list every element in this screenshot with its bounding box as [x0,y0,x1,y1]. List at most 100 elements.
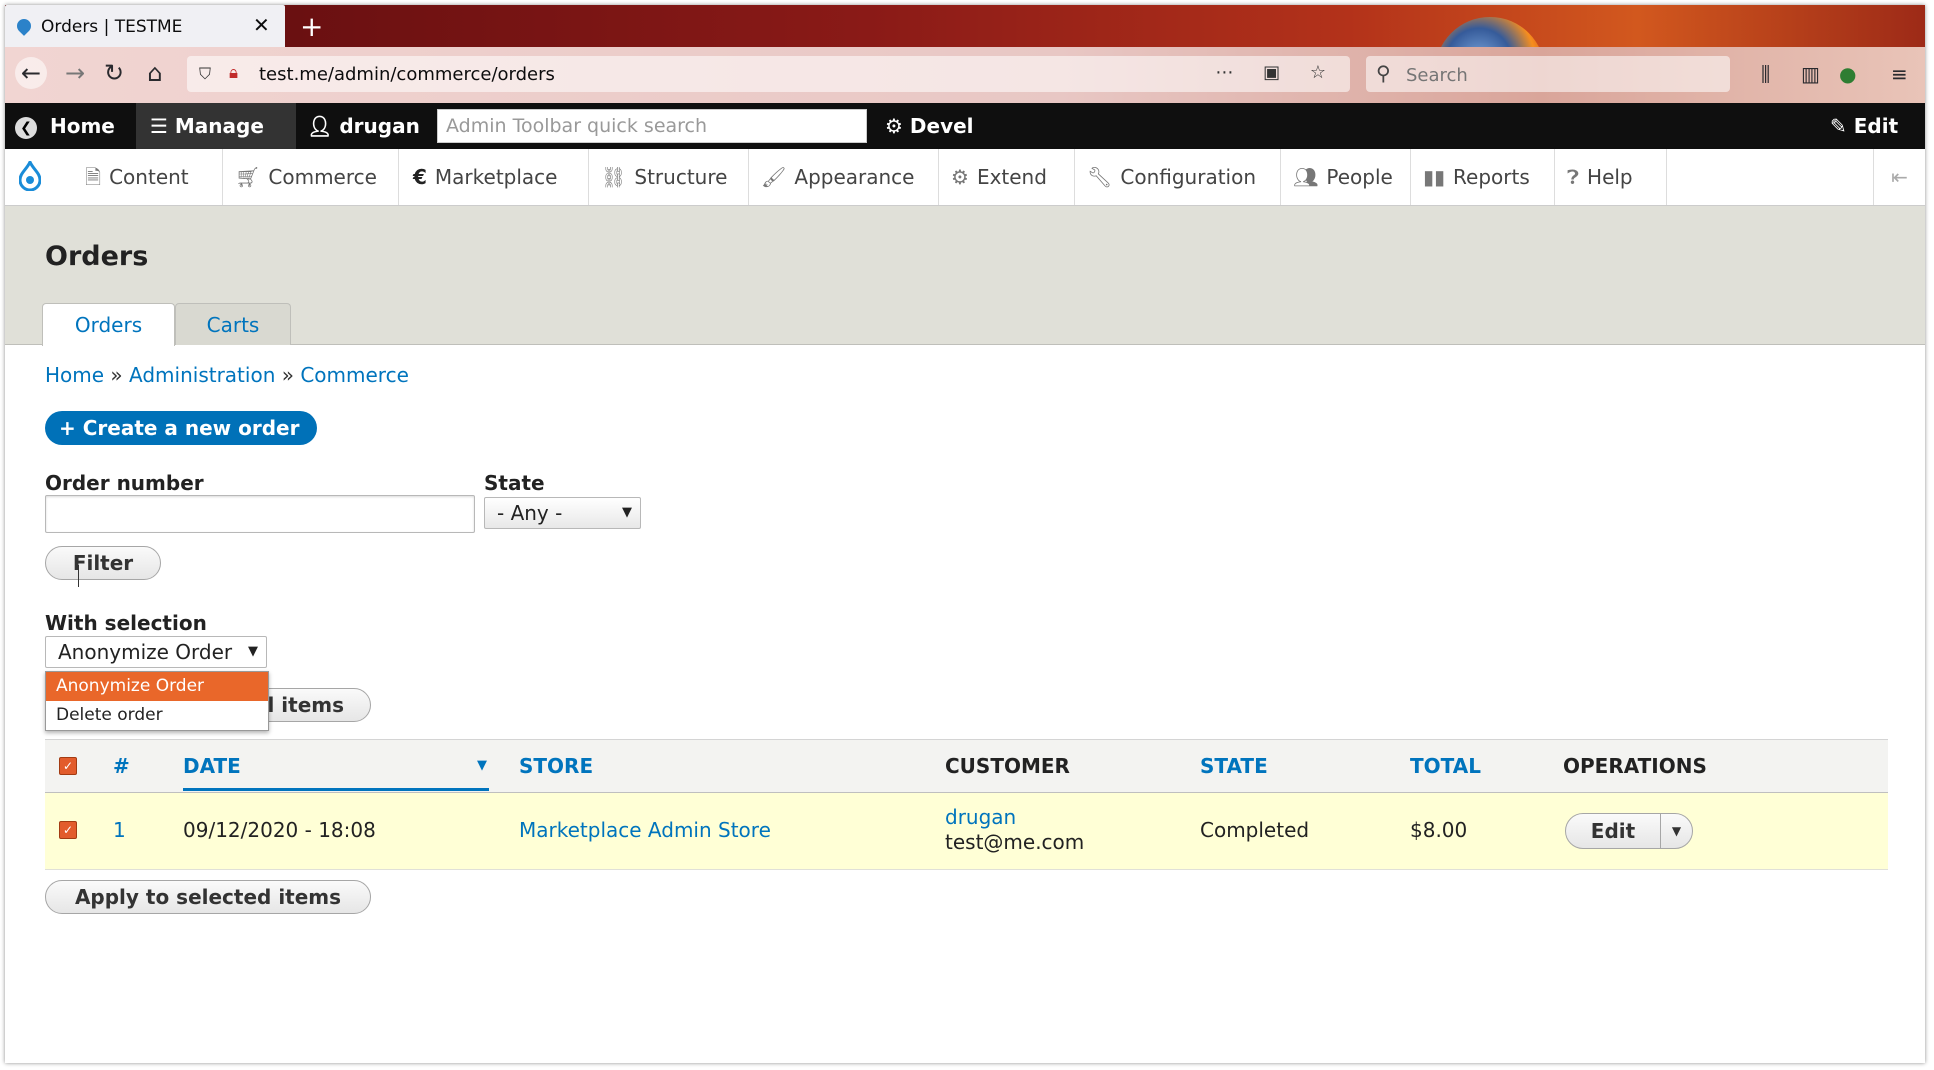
option-anonymize-order[interactable]: Anonymize Order [46,672,268,701]
state-select-value: - Any - [497,501,563,525]
tray-item-help[interactable]: ❓︎ Help [1555,149,1667,205]
breadcrumb-home[interactable]: Home [45,363,104,387]
toolbar-edit-label: Edit [1853,114,1899,138]
menu-icon[interactable]: ≡ [1891,62,1908,86]
sidebar-icon[interactable]: ▥ [1801,62,1820,86]
text-cursor [78,565,79,587]
tray-item-label: People [1326,165,1393,189]
breadcrumb-administration[interactable]: Administration [129,363,275,387]
tray-item-label: Appearance [794,165,915,189]
apply-selected-button[interactable]: Apply to selected items [45,880,371,914]
toolbar-home[interactable]: ❮ Home [15,103,115,149]
active-sort-indicator [183,788,489,791]
store-link[interactable]: Marketplace Admin Store [519,818,771,842]
toolbar-edit[interactable]: ✎ Edit [1830,103,1898,149]
tab-title: Orders | TESTME [41,17,183,37]
column-header-customer: CUSTOMER [945,754,1070,778]
tab-carts[interactable]: Carts [175,303,291,345]
bulk-action-selected: Anonymize Order [58,640,233,664]
tab-orders[interactable]: Orders [42,303,175,346]
browser-search-bar[interactable]: ⚲ [1366,56,1730,92]
column-header-id[interactable]: # [113,740,130,792]
create-order-button[interactable]: + Create a new order [45,411,318,445]
reports-icon: ▮▮ [1423,165,1446,189]
back-button[interactable]: ← [15,57,47,89]
url-bar[interactable]: ⛉ 🔒︎ test.me/admin/commerce/orders ⋯ ▣ ☆ [187,56,1350,92]
close-tab-icon[interactable]: ✕ [253,13,270,37]
hamburger-icon: ☰ [150,114,168,138]
column-header-date[interactable]: DATE [183,740,241,792]
tray-item-commerce[interactable]: 🛒︎ Commerce [223,149,399,205]
admin-toolbar: ❮ Home ☰ Manage 👤︎ drugan ⚙ Devel ✎ Edit [5,103,1925,149]
breadcrumb-separator: » [110,363,130,387]
operations-toggle-icon[interactable]: ▼ [1660,813,1693,849]
navigation-bar: ← → ↻ ⌂ ⛉ 🔒︎ test.me/admin/commerce/orde… [5,47,1925,103]
order-total: $8.00 [1410,818,1468,842]
help-icon: ❓︎ [1567,165,1580,189]
browser-search-input[interactable] [1404,62,1708,88]
cart-icon: 🛒︎ [235,165,261,189]
tray-item-label: Structure [634,165,728,189]
breadcrumb-commerce[interactable]: Commerce [300,363,409,387]
order-state: Completed [1200,818,1310,842]
shield-icon[interactable]: ⛉ [199,64,211,84]
tray-item-appearance[interactable]: 🖌︎ Appearance [749,149,939,205]
collapse-tray-icon[interactable]: ⇤ [1873,149,1925,205]
toolbar-user[interactable]: 👤︎ drugan [307,103,420,149]
tray-item-marketplace[interactable]: € Marketplace [399,149,589,205]
toolbar-home-label: Home [49,114,115,138]
chevron-down-icon: ▼ [248,644,258,659]
admin-menu-tray: 🗎︎ Content 🛒︎ Commerce € Marketplace ⛓ Struc… [5,149,1925,206]
column-header-store[interactable]: STORE [519,740,593,792]
breadcrumb-separator: » [281,363,301,387]
browser-window: Orders | TESTME ✕ + ← → ↻ ⌂ ⛉ 🔒︎ test.me… [5,5,1925,1063]
forward-button[interactable]: → [59,57,91,89]
table-row: ✓ 1 09/12/2020 - 18:08 Marketplace Admin… [45,793,1888,870]
toolbar-manage[interactable]: ☰ Manage [136,103,296,149]
row-checkbox[interactable]: ✓ [59,821,77,839]
admin-quick-search-input[interactable] [437,109,867,143]
page-actions-icons[interactable]: ⋯ ▣ ☆ [1215,62,1338,83]
puzzle-icon: ⚙ [951,165,969,189]
operations-dropbutton: Edit ▼ [1565,813,1693,849]
option-delete-order[interactable]: Delete order [46,701,268,730]
order-date: 09/12/2020 - 18:08 [183,818,376,842]
order-id-link[interactable]: 1 [113,818,126,842]
brush-icon: 🖌︎ [761,165,787,189]
edit-order-button[interactable]: Edit [1565,813,1661,849]
insecure-lock-icon[interactable]: 🔒︎ [229,63,238,83]
tray-item-extend[interactable]: ⚙ Extend [939,149,1075,205]
column-header-total[interactable]: TOTAL [1410,740,1481,792]
reload-button[interactable]: ↻ [98,57,130,89]
tray-item-reports[interactable]: ▮▮ Reports [1411,149,1555,205]
home-icon[interactable]: ⌂ [139,57,171,89]
toolbar-devel[interactable]: ⚙ Devel [885,103,974,149]
column-header-operations: OPERATIONS [1563,754,1707,778]
page-header: Orders Orders Carts [5,206,1925,346]
tray-item-structure[interactable]: ⛓ Structure [589,149,749,205]
tray-item-people[interactable]: 👥︎ People [1281,149,1411,205]
gear-icon: ⚙ [885,114,903,138]
select-all-checkbox[interactable]: ✓ [59,757,77,775]
new-tab-button[interactable]: + [300,10,323,43]
breadcrumb: Home » Administration » Commerce [45,363,409,387]
state-select[interactable]: - Any - ▼ [484,497,641,529]
tray-item-label: Marketplace [434,165,558,189]
extension-icon[interactable]: ● [1839,62,1856,86]
drupal-logo-icon[interactable] [19,161,41,191]
tray-item-configuration[interactable]: 🔧︎ Configuration [1075,149,1281,205]
browser-tab[interactable]: Orders | TESTME ✕ [5,5,285,47]
filter-button[interactable]: Filter [45,546,161,580]
column-header-state[interactable]: STATE [1200,740,1268,792]
state-label: State [484,471,545,495]
bulk-action-select[interactable]: Anonymize Order ▼ [45,636,267,668]
customer-email: test@me.com [945,830,1085,854]
tray-item-content[interactable]: 🗎︎ Content [73,149,223,205]
customer-link[interactable]: drugan [945,805,1016,829]
user-icon: 👤︎ [307,114,333,138]
library-icon[interactable]: ⫼ [1761,62,1770,86]
tab-bar: Orders | TESTME ✕ + [5,5,1925,127]
order-number-input[interactable] [45,495,475,533]
url-text[interactable]: test.me/admin/commerce/orders [259,64,555,85]
with-selection-label: With selection [45,611,207,635]
